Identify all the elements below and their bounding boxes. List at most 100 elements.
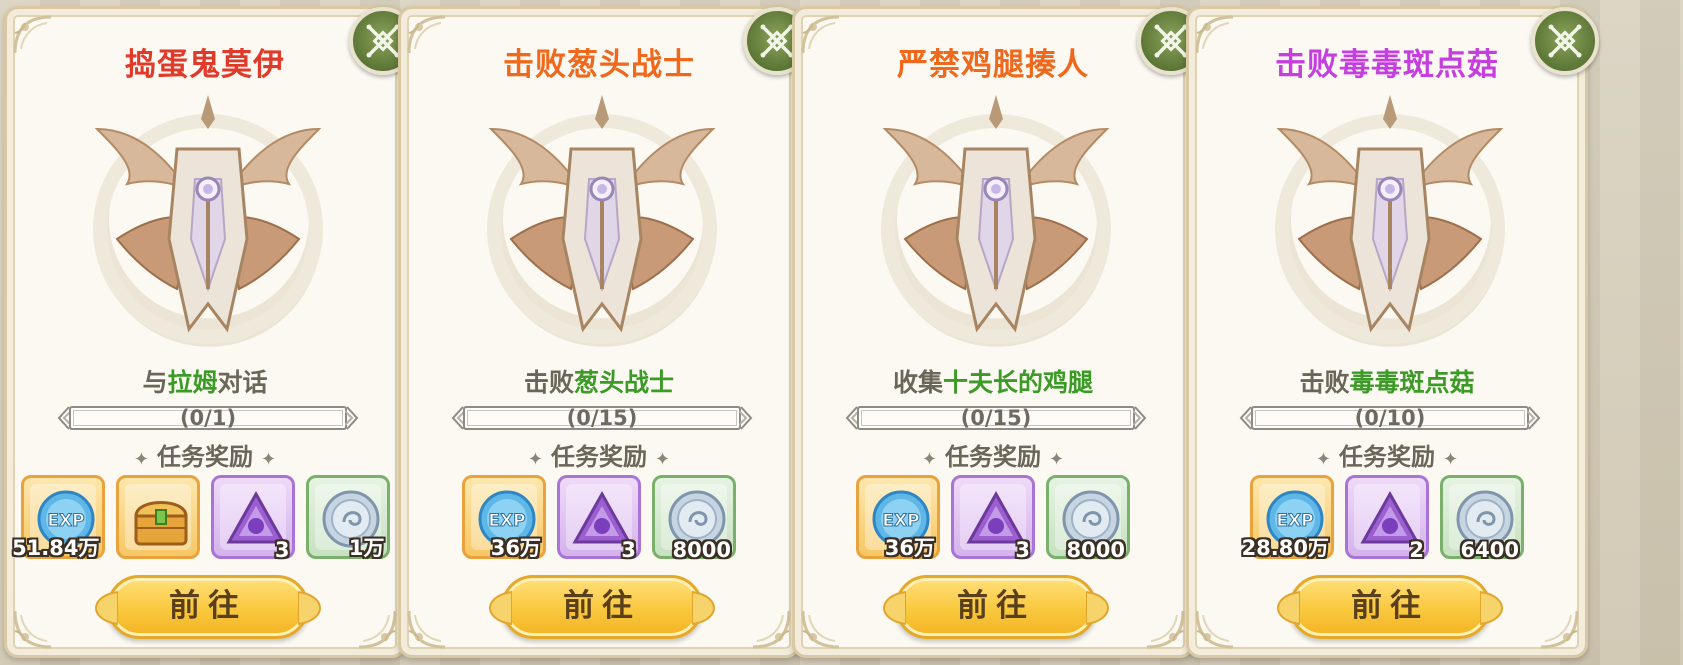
go-button[interactable]: 前往 <box>94 575 322 639</box>
reward-quantity: 36万 <box>884 536 935 560</box>
progress-text: (0/10) <box>1354 406 1426 430</box>
go-button-label: 前往 <box>169 588 247 624</box>
reward-item[interactable]: 6400 <box>1440 475 1524 562</box>
go-button-label: 前往 <box>957 588 1035 624</box>
reward-quantity: 6400 <box>1460 538 1519 562</box>
reward-list: EXP 36万 3 8000 <box>795 475 1191 563</box>
reward-item[interactable]: EXP 51.84万 <box>12 475 105 560</box>
star-icon: ✦ <box>1049 449 1065 470</box>
reward-item[interactable]: EXP 36万 <box>462 475 546 560</box>
reward-quantity: 28.80万 <box>1241 536 1329 560</box>
corner-ornament <box>1141 605 1187 651</box>
rewards-heading: ✦ 任务奖励 ✦ <box>401 437 797 472</box>
corner-ornament <box>1535 605 1581 651</box>
reward-item[interactable]: 8000 <box>1046 475 1130 562</box>
button-wing-ornament <box>1479 588 1504 628</box>
reward-item[interactable]: 2 <box>1345 475 1429 562</box>
rewards-heading: ✦ 任务奖励 ✦ <box>795 437 1191 472</box>
quest-progress-bar: (0/15) <box>845 403 1147 433</box>
reward-item[interactable]: 8000 <box>652 475 736 562</box>
quest-progress-bar: (0/10) <box>1239 403 1541 433</box>
reward-item[interactable]: 3 <box>557 475 641 562</box>
reward-quantity: 36万 <box>490 536 541 560</box>
reward-item[interactable]: 3 <box>951 475 1035 562</box>
rewards-heading: ✦ 任务奖励 ✦ <box>1189 437 1585 472</box>
reward-item[interactable] <box>115 475 200 559</box>
corner-ornament <box>747 605 793 651</box>
go-button[interactable]: 前往 <box>882 575 1110 639</box>
rewards-heading-label: 任务奖励 <box>157 443 253 471</box>
star-icon: ✦ <box>133 449 149 470</box>
objective-target: 拉姆 <box>167 368 218 397</box>
reward-item[interactable]: 1万 <box>305 475 390 560</box>
button-wing-ornament <box>691 588 716 628</box>
quest-progress-bar: (0/15) <box>451 403 753 433</box>
quest-card: 击败葱头战士 击败葱头战士 (0/15) ✦ 任务奖励 ✦ EXP 36万 3 8000 前往 <box>398 6 811 658</box>
reward-item[interactable]: 3 <box>210 475 295 562</box>
reward-list: EXP 51.84万 3 1万 <box>7 475 403 563</box>
quest-emblem-icon <box>1259 89 1521 351</box>
reward-quantity: 8000 <box>672 538 731 562</box>
quest-objective: 与拉姆对话 <box>7 363 403 399</box>
go-button-label: 前往 <box>563 588 641 624</box>
quest-title: 击败葱头战士 <box>503 47 695 83</box>
progress-text: (0/1) <box>179 406 237 430</box>
button-wing-ornament <box>1085 588 1110 628</box>
rewards-heading: ✦ 任务奖励 ✦ <box>7 437 403 472</box>
rewards-heading-label: 任务奖励 <box>551 443 647 471</box>
objective-prefix: 击败 <box>1299 368 1350 397</box>
go-button[interactable]: 前往 <box>1276 575 1504 639</box>
quest-emblem-icon <box>471 89 733 351</box>
corner-ornament <box>353 605 399 651</box>
corner-ornament <box>11 605 57 651</box>
objective-target: 十夫长的鸡腿 <box>943 368 1094 397</box>
star-icon: ✦ <box>655 449 671 470</box>
reward-quantity: 1万 <box>348 536 385 560</box>
objective-target: 毒毒斑点菇 <box>1349 368 1475 397</box>
quest-objective: 收集十夫长的鸡腿 <box>795 363 1191 399</box>
reward-quantity: 3 <box>621 538 636 562</box>
reward-list: EXP 28.80万 2 6400 <box>1189 475 1585 563</box>
quest-card-list: 捣蛋鬼莫伊 与拉姆对话 (0/1) ✦ 任务奖励 ✦ EXP 51.84万 3 1万 前往 击败葱头战… <box>0 0 1683 665</box>
quest-card: 捣蛋鬼莫伊 与拉姆对话 (0/1) ✦ 任务奖励 ✦ EXP 51.84万 3 1万 前往 <box>4 6 417 658</box>
quest-objective: 击败毒毒斑点菇 <box>1189 363 1585 399</box>
star-icon: ✦ <box>1315 449 1331 470</box>
quest-title: 击败毒毒斑点菇 <box>1275 47 1499 83</box>
quest-emblem-icon <box>77 89 339 351</box>
svg-text:EXP: EXP <box>47 511 84 531</box>
reward-quantity: 8000 <box>1066 538 1125 562</box>
button-wing-ornament <box>1276 588 1301 628</box>
reward-item[interactable]: EXP 28.80万 <box>1242 475 1334 560</box>
objective-prefix: 与 <box>142 368 168 397</box>
objective-prefix: 击败 <box>523 368 574 397</box>
svg-text:EXP: EXP <box>488 511 525 531</box>
progress-text: (0/15) <box>566 406 638 430</box>
rewards-heading-label: 任务奖励 <box>1339 443 1435 471</box>
star-icon: ✦ <box>527 449 543 470</box>
progress-text: (0/15) <box>960 406 1032 430</box>
star-icon: ✦ <box>1443 449 1459 470</box>
button-wing-ornament <box>882 588 907 628</box>
star-icon: ✦ <box>921 449 937 470</box>
reward-quantity: 51.84万 <box>12 536 100 560</box>
corner-ornament <box>1193 605 1239 651</box>
objective-prefix: 收集 <box>892 368 943 397</box>
go-button[interactable]: 前往 <box>488 575 716 639</box>
svg-text:EXP: EXP <box>882 511 919 531</box>
quest-title: 捣蛋鬼莫伊 <box>125 47 285 83</box>
objective-target: 葱头战士 <box>574 368 675 397</box>
corner-ornament <box>405 605 451 651</box>
quest-objective: 击败葱头战士 <box>401 363 797 399</box>
reward-quantity: 3 <box>1015 538 1030 562</box>
button-wing-ornament <box>488 588 513 628</box>
quest-progress-bar: (0/1) <box>57 403 359 433</box>
reward-quantity: 3 <box>274 538 290 562</box>
quest-title: 严禁鸡腿揍人 <box>897 47 1089 83</box>
svg-text:EXP: EXP <box>1276 511 1313 531</box>
quest-card: 击败毒毒斑点菇 击败毒毒斑点菇 (0/10) ✦ 任务奖励 ✦ EXP 28.80万 2 6400… <box>1186 6 1599 658</box>
reward-list: EXP 36万 3 8000 <box>401 475 797 563</box>
quest-card: 严禁鸡腿揍人收集十夫长的鸡腿 (0/15) ✦ 任务奖励 ✦ EXP 36万 3 8000 前往 <box>792 6 1205 658</box>
reward-item[interactable]: EXP 36万 <box>856 475 940 560</box>
button-wing-ornament <box>94 588 119 628</box>
button-wing-ornament <box>297 588 322 628</box>
